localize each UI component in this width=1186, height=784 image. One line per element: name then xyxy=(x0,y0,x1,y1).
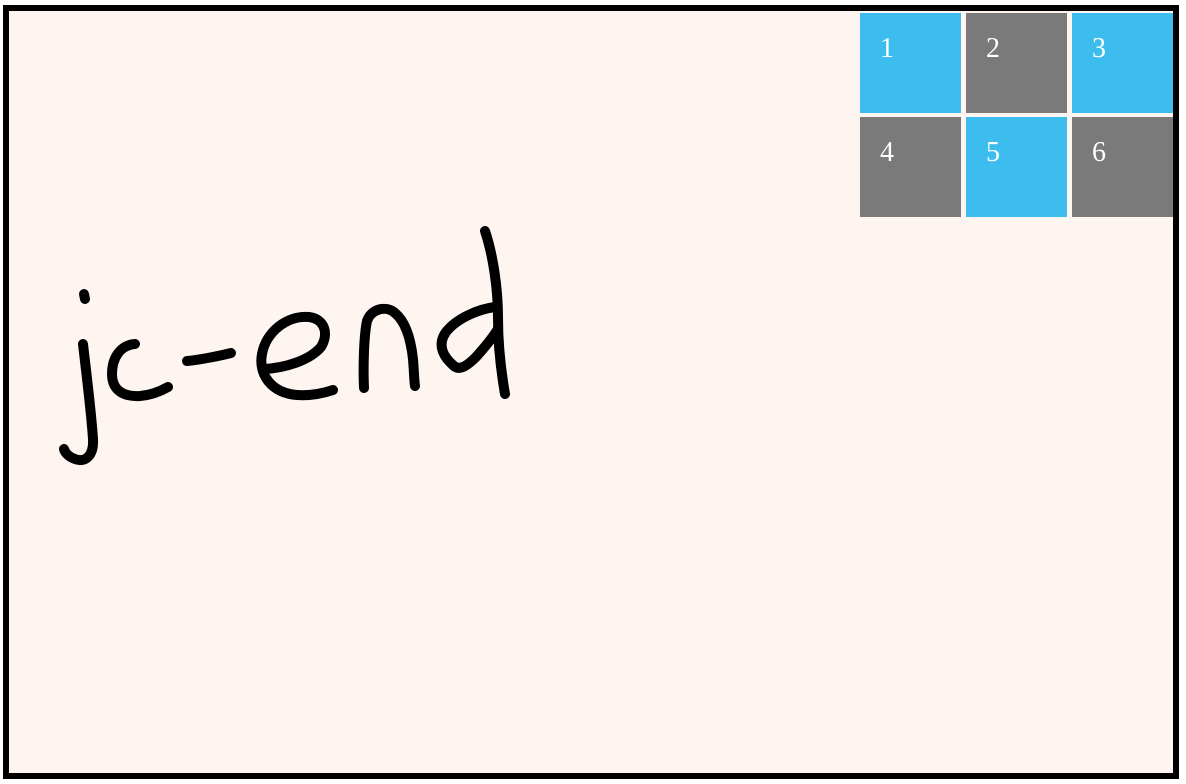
flex-container: 1 2 3 4 5 6 xyxy=(860,13,1173,217)
drawing-canvas: 1 2 3 4 5 6 xyxy=(3,5,1179,779)
letter-j-stroke xyxy=(59,339,99,465)
dash-stroke xyxy=(182,348,236,366)
flex-item-5: 5 xyxy=(966,117,1067,217)
flex-item-2: 2 xyxy=(966,13,1067,113)
letter-c-stroke xyxy=(107,339,173,402)
letter-j-stroke xyxy=(79,289,90,304)
letter-e-stroke xyxy=(256,311,338,401)
letter-d-stroke xyxy=(480,226,510,399)
flex-item-6: 6 xyxy=(1072,117,1173,217)
letter-n-stroke xyxy=(358,303,420,393)
flex-item-4: 4 xyxy=(860,117,961,217)
flex-item-1: 1 xyxy=(860,13,961,113)
letter-d-bowl-stroke xyxy=(436,302,503,373)
flex-item-3: 3 xyxy=(1072,13,1173,113)
